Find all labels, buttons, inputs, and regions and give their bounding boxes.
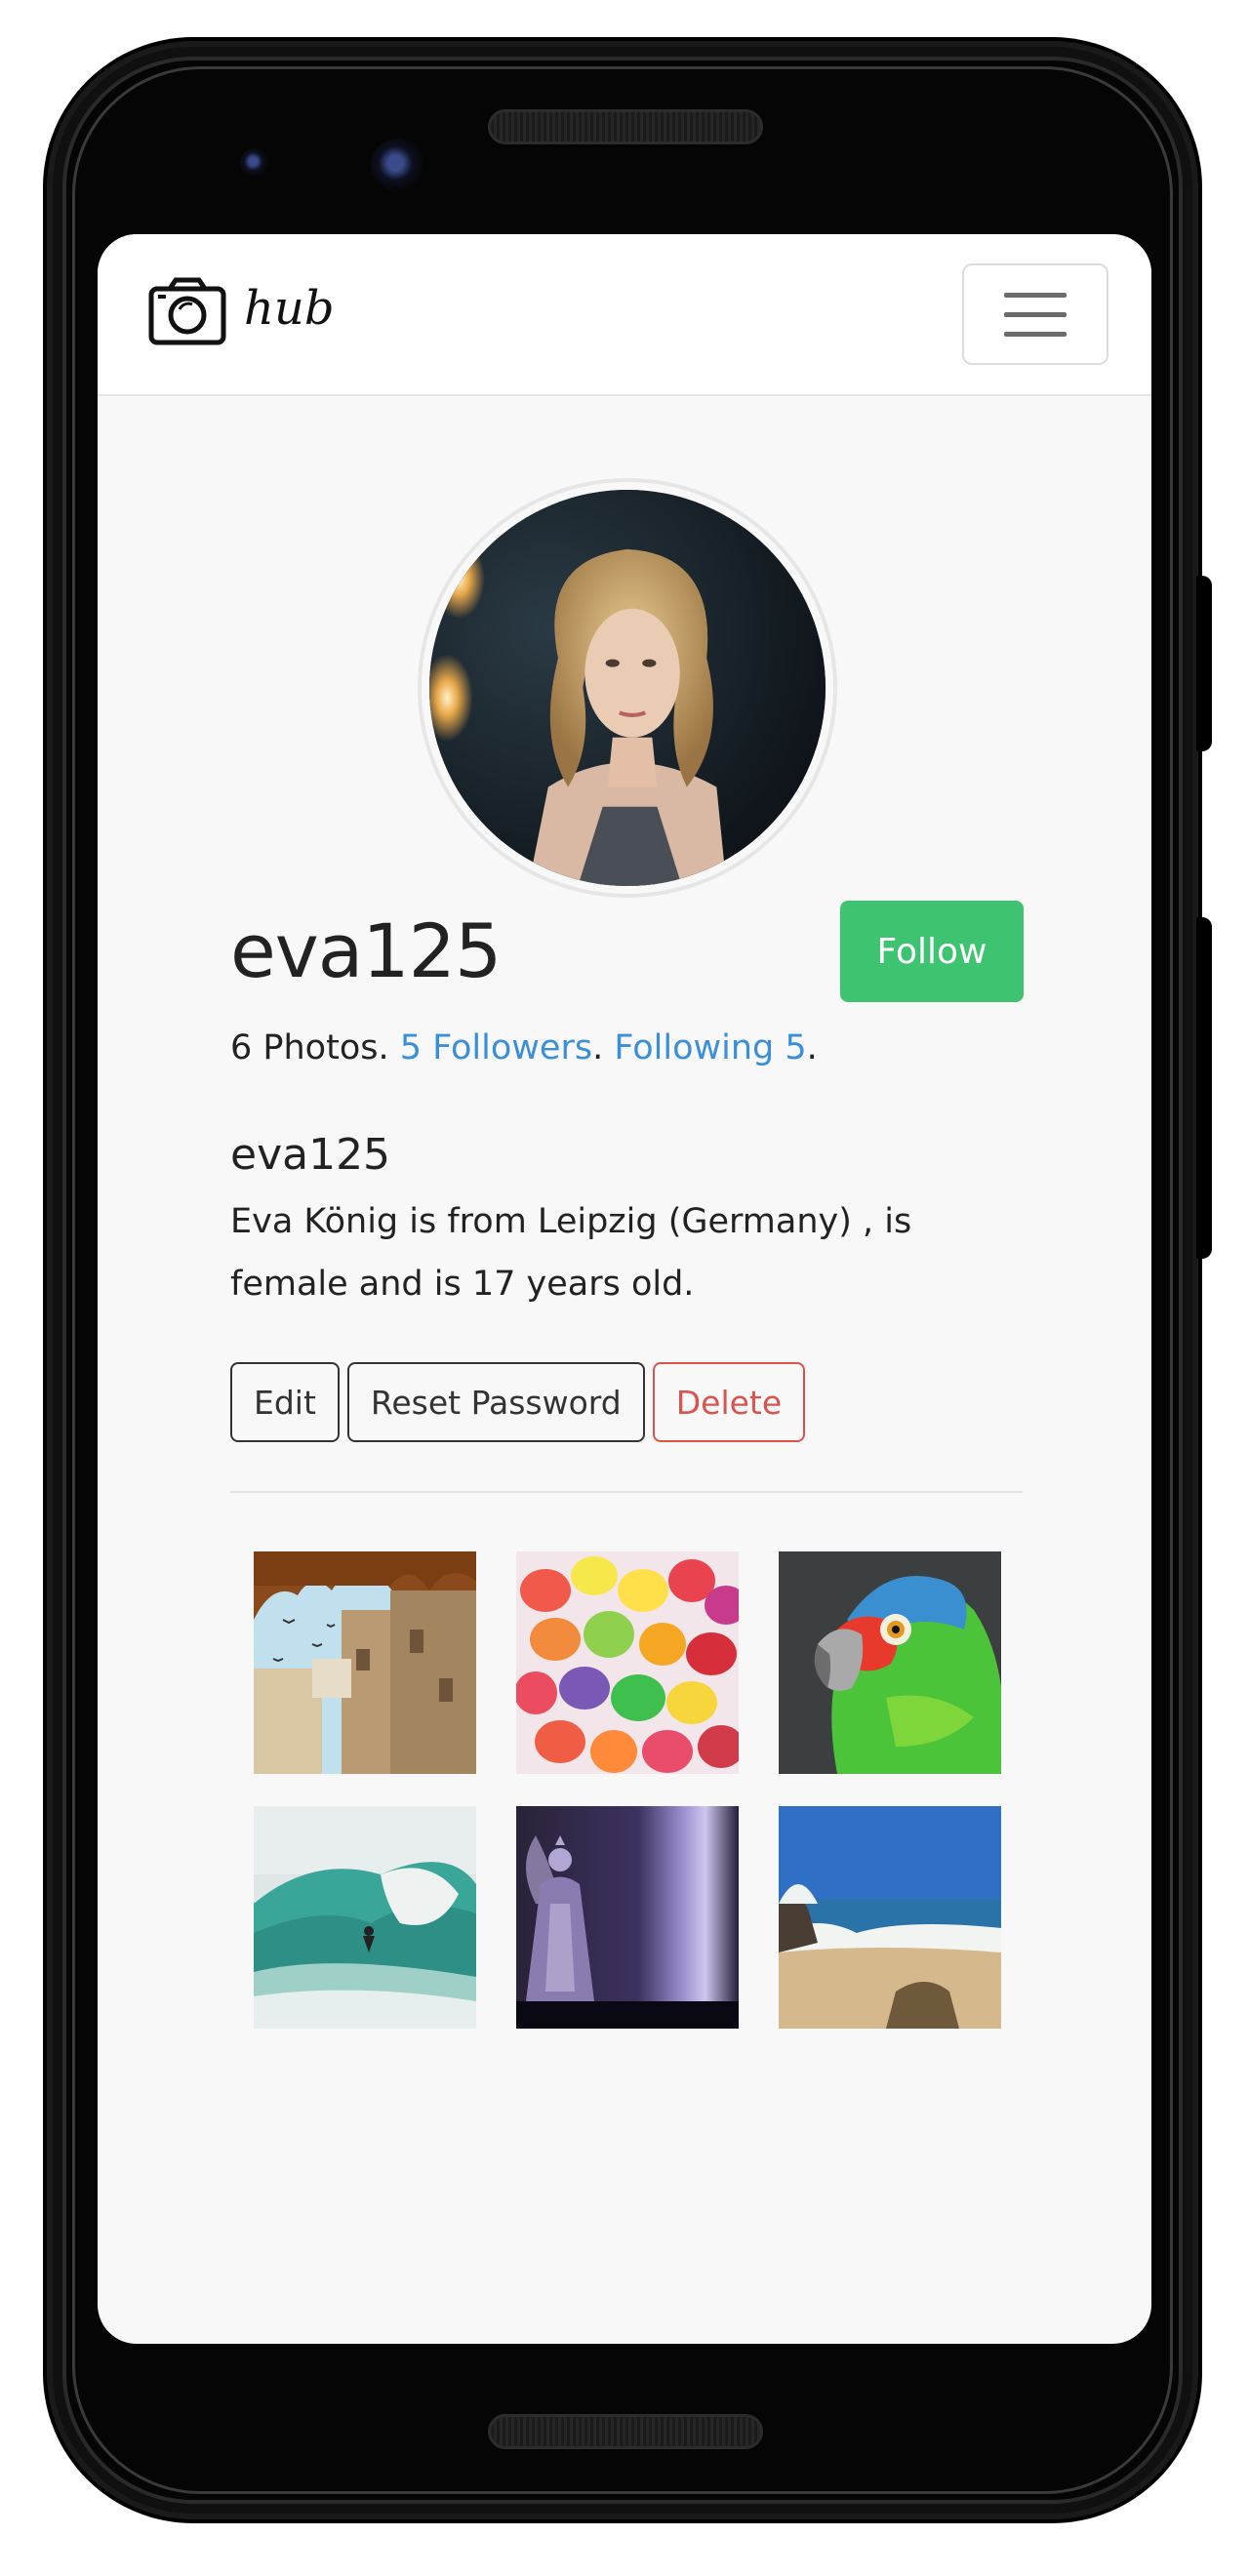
brand-name: hub xyxy=(244,281,335,336)
front-sensor xyxy=(240,148,269,178)
photos-count: 6 Photos xyxy=(230,1028,379,1067)
power-button xyxy=(1196,576,1212,751)
portrait-image xyxy=(429,490,826,886)
hamburger-icon xyxy=(1004,292,1067,298)
follow-button[interactable]: Follow xyxy=(840,901,1024,1002)
following-link[interactable]: Following 5 xyxy=(614,1028,806,1067)
bio-text: Eva König is from Leipzig (Germany) , is… xyxy=(230,1202,912,1304)
stats-separator: . xyxy=(806,1028,818,1067)
brand-link[interactable]: hub xyxy=(148,277,335,345)
gallery-photo-parrot[interactable] xyxy=(779,1551,1001,1774)
profile-username: eva125 xyxy=(230,907,502,994)
gallery-photo-surf-wave[interactable] xyxy=(254,1806,476,2029)
earpiece-speaker xyxy=(488,109,763,144)
hamburger-icon xyxy=(1004,311,1067,317)
bottom-speaker xyxy=(488,2414,763,2449)
profile-stats: 6 Photos. 5 Followers. Following 5. xyxy=(230,1028,818,1067)
front-camera xyxy=(371,139,425,193)
profile-avatar xyxy=(418,478,837,898)
gallery-photo-palace-window[interactable] xyxy=(254,1551,476,1774)
gallery-photo-beach-coast[interactable] xyxy=(779,1806,1001,2029)
gallery-photo-candies[interactable] xyxy=(516,1551,739,1774)
stats-separator: . xyxy=(592,1028,615,1067)
edit-button[interactable]: Edit xyxy=(230,1362,340,1442)
reset-password-button[interactable]: Reset Password xyxy=(346,1362,645,1442)
hamburger-icon xyxy=(1004,331,1067,337)
bio-name: eva125 xyxy=(230,1130,391,1180)
photo-gallery xyxy=(254,1551,1001,2029)
navbar: hub xyxy=(98,234,1151,396)
volume-button xyxy=(1196,917,1212,1259)
profile-actions: Edit Reset Password Delete xyxy=(230,1362,806,1442)
followers-link[interactable]: 5 Followers xyxy=(400,1028,592,1067)
delete-button[interactable]: Delete xyxy=(652,1362,806,1442)
gallery-photo-glass-angel[interactable] xyxy=(516,1806,739,2029)
menu-toggle-button[interactable] xyxy=(962,263,1108,365)
app-screen: hub eva125 Follow 6 Photos. 5 Followers.… xyxy=(98,234,1151,2344)
stats-separator: . xyxy=(378,1028,400,1067)
avatar-photo xyxy=(429,490,826,886)
camera-logo-icon xyxy=(148,277,226,345)
divider xyxy=(230,1491,1023,1493)
